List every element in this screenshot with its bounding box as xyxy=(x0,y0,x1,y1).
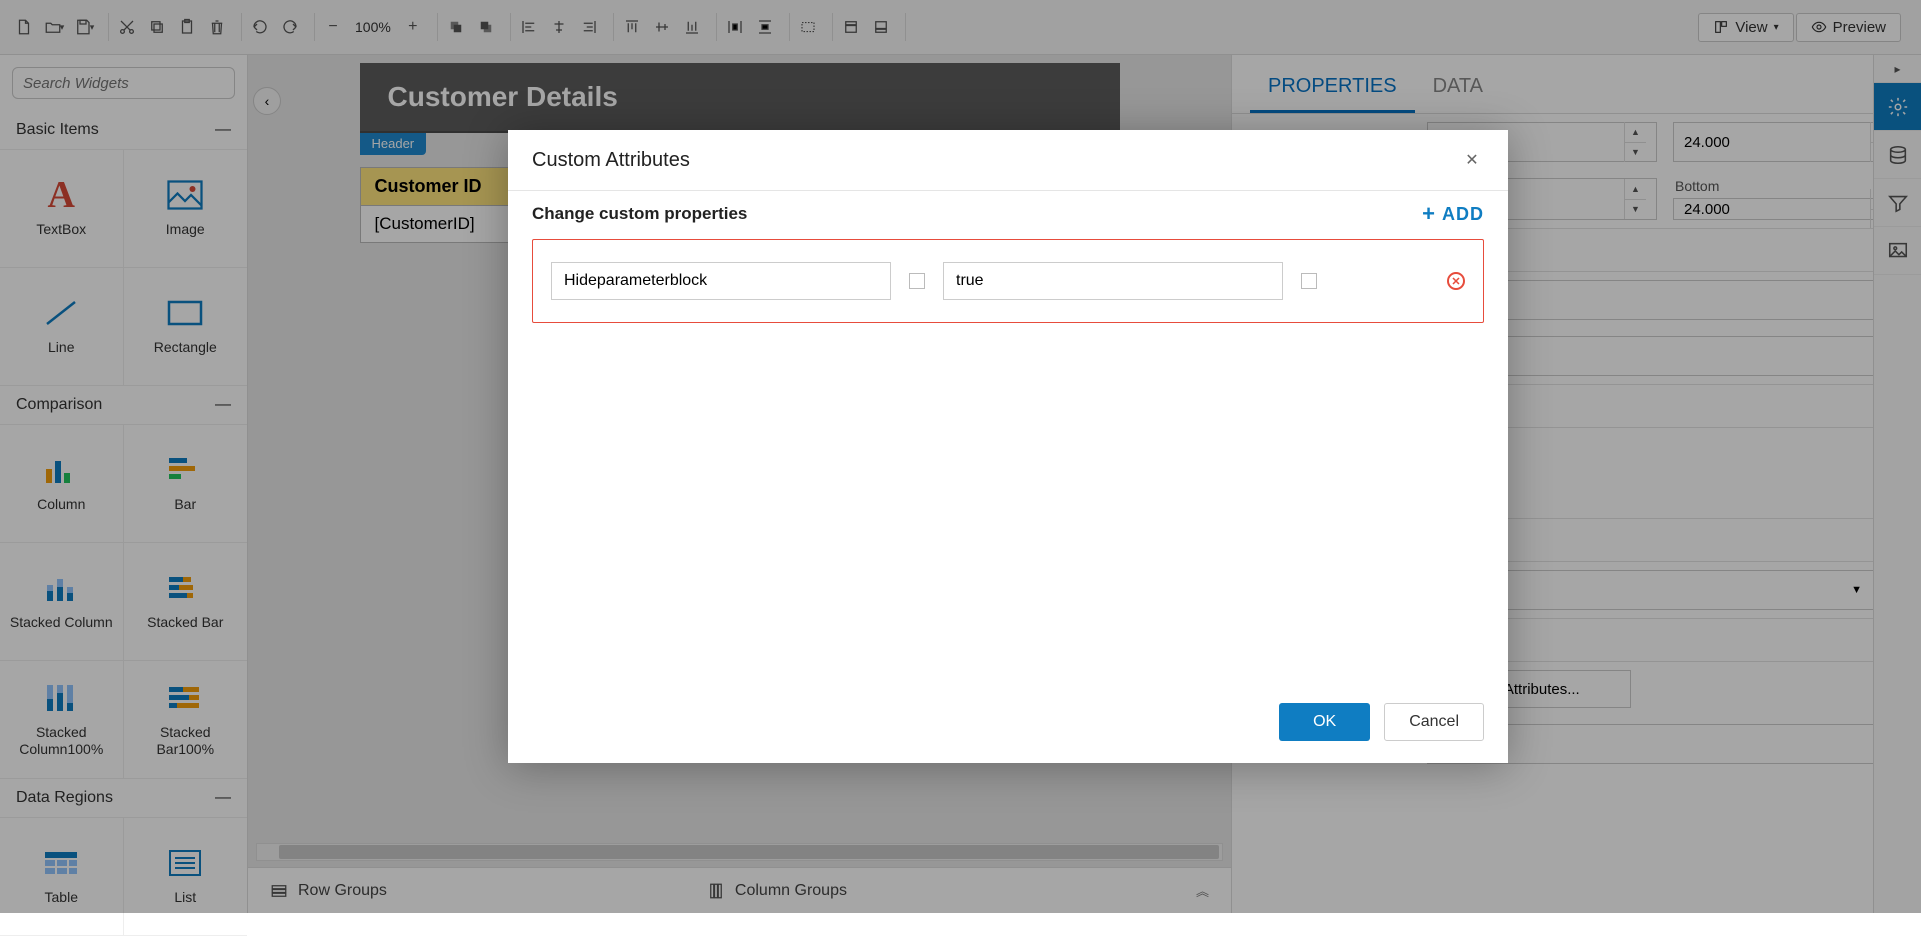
remove-attribute-button[interactable]: ✕ xyxy=(1447,272,1465,290)
custom-attributes-dialog: Custom Attributes ✕ Change custom proper… xyxy=(508,130,1508,763)
dialog-content: ✕ xyxy=(508,239,1508,689)
attribute-checkbox-2[interactable] xyxy=(1301,273,1317,289)
plus-icon: + xyxy=(1422,201,1436,227)
add-attribute-button[interactable]: + ADD xyxy=(1422,201,1484,227)
cancel-button[interactable]: Cancel xyxy=(1384,703,1484,741)
dialog-title: Custom Attributes xyxy=(532,149,690,172)
add-label: ADD xyxy=(1442,204,1484,225)
dialog-close-button[interactable]: ✕ xyxy=(1460,148,1484,172)
dialog-subtitle: Change custom properties xyxy=(532,204,747,224)
attribute-checkbox-1[interactable] xyxy=(909,273,925,289)
dialog-subtitle-row: Change custom properties + ADD xyxy=(508,191,1508,239)
dialog-actions: OK Cancel xyxy=(508,689,1508,763)
ok-button[interactable]: OK xyxy=(1279,703,1370,741)
attribute-name-input[interactable] xyxy=(551,262,891,300)
dialog-title-bar: Custom Attributes ✕ xyxy=(508,130,1508,191)
attribute-row: ✕ xyxy=(532,239,1484,323)
attribute-value-input[interactable] xyxy=(943,262,1283,300)
